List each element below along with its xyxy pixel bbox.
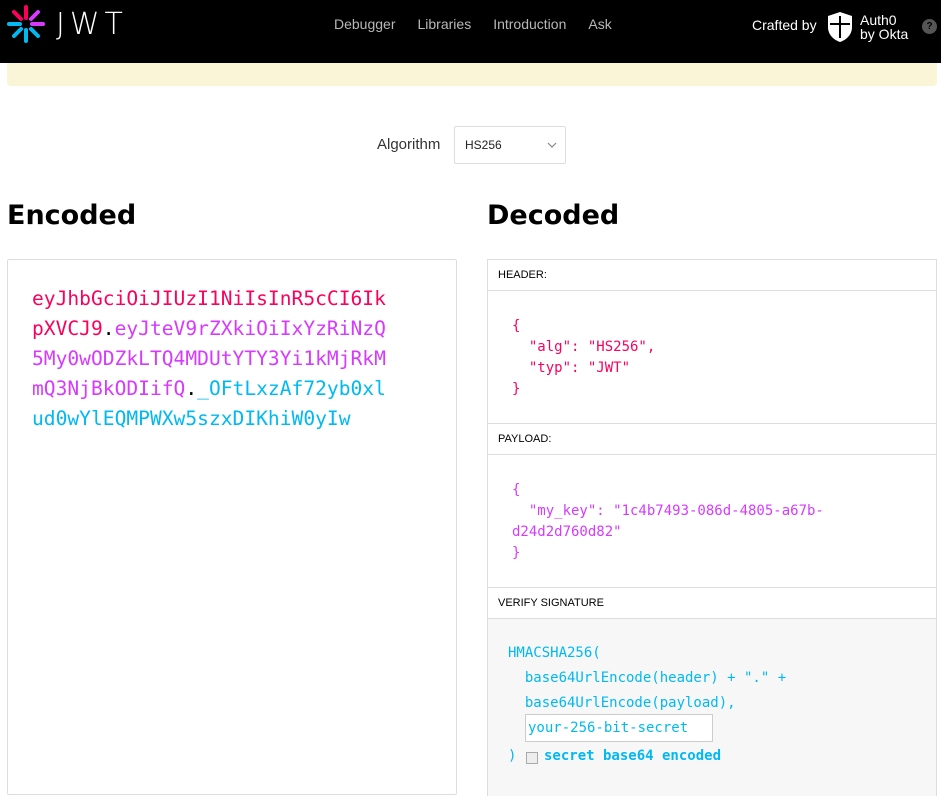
token-dot: . [102,317,115,340]
algorithm-select[interactable]: HS256 [454,126,566,164]
encoded-token-editor[interactable]: eyJhbGciOiJIUzI1NiIsInR5cCI6IkpXVCJ9.eyJ… [7,259,457,795]
token-dot: . [185,377,198,400]
main-nav: Debugger Libraries Introduction Ask [334,16,612,32]
auth0-logo[interactable]: Auth0 by Okta [826,11,908,43]
signature-code-line: base64UrlEncode(header) + "." + [508,670,787,686]
payload-json-line: "my_key": "1c4b7493-086d-4805-a67b- [512,503,824,519]
signature-code-line: HMACSHA256( [508,645,601,661]
verify-panel-title: VERIFY SIGNATURE [488,588,936,619]
auth0-text-line1: Auth0 [860,12,897,28]
jwt-logo-icon [7,5,45,43]
help-icon[interactable]: ? [922,19,937,34]
decoded-payload-panel: PAYLOAD: { "my_key": "1c4b7493-086d-4805… [487,423,937,588]
top-navbar: JWT Debugger Libraries Introduction Ask … [0,0,941,63]
decoded-header-panel: HEADER: { "alg": "HS256", "typ": "JWT" } [487,259,937,424]
crafted-by-label: Crafted by [752,17,817,33]
payload-json-line: { [512,482,521,498]
header-json-editor[interactable]: { "alg": "HS256", "typ": "JWT" } [488,291,936,400]
jwt-logo[interactable]: JWT [6,4,128,44]
base64-checkbox[interactable] [526,752,538,764]
header-panel-title: HEADER: [488,260,936,291]
closing-paren: ) [508,748,517,764]
encoded-heading: Encoded [7,200,137,231]
payload-json-editor[interactable]: { "my_key": "1c4b7493-086d-4805-a67b- d2… [488,455,936,564]
nav-debugger[interactable]: Debugger [334,16,396,32]
header-json-line: } [512,381,521,397]
base64-checkbox-label[interactable]: secret base64 encoded [544,748,721,764]
payload-json-line: d24d2d760d82" [512,524,622,540]
header-json-line: "alg": "HS256", [512,339,656,355]
header-json-line: { [512,318,521,334]
payload-json-line: } [512,545,521,561]
algorithm-label: Algorithm [377,136,441,153]
logo-text: JWT [56,6,128,42]
algorithm-value: HS256 [465,138,502,152]
header-json-line: "typ": "JWT" [512,360,631,376]
decoded-heading: Decoded [487,200,620,231]
auth0-text-line2: by Okta [860,26,909,42]
nav-introduction[interactable]: Introduction [493,16,566,32]
encoded-token[interactable]: eyJhbGciOiJIUzI1NiIsInR5cCI6IkpXVCJ9.eyJ… [32,284,392,434]
secret-input[interactable] [525,714,713,742]
chevron-down-icon [547,142,557,148]
verify-signature-body: HMACSHA256( base64UrlEncode(header) + ".… [488,619,936,796]
payload-panel-title: PAYLOAD: [488,424,936,455]
signature-code-line: base64UrlEncode(payload), [508,695,736,711]
verify-signature-panel: VERIFY SIGNATURE HMACSHA256( base64UrlEn… [487,587,937,796]
nav-ask[interactable]: Ask [588,16,611,32]
nav-libraries[interactable]: Libraries [418,16,472,32]
auth0-shield-icon [828,12,852,42]
